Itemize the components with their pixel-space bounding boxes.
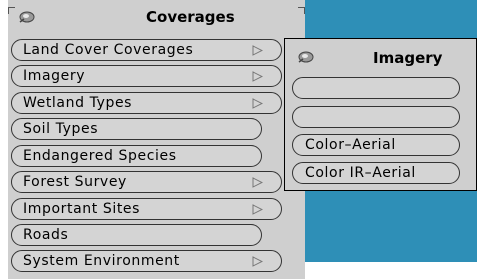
pushpin-icon[interactable]: [297, 50, 315, 64]
menu-item-important-sites[interactable]: Important Sites: [11, 198, 282, 220]
submenu-item-label: Color IR–Aerial: [305, 165, 416, 181]
submenu-item-color-ir-aerial[interactable]: Color IR–Aerial: [292, 162, 460, 184]
menu-item-label: Endangered Species: [23, 148, 177, 164]
menu-item-label: Important Sites: [23, 201, 141, 217]
menu-item-label: Roads: [23, 227, 69, 243]
pushpin-icon[interactable]: [18, 10, 36, 24]
menu-item-land-cover-coverages[interactable]: Land Cover Coverages: [11, 39, 282, 61]
coverages-menu: Coverages Land Cover Coverages Imagery Wet…: [8, 0, 305, 279]
submenu-item-color-aerial[interactable]: Color–Aerial: [292, 134, 460, 156]
submenu-arrow-icon: [252, 98, 263, 109]
menu-title: Coverages: [146, 8, 235, 26]
menu-item-label: Land Cover Coverages: [23, 42, 194, 58]
imagery-submenu: Imagery Color–Aerial Color IR–Aerial: [284, 38, 477, 191]
submenu-arrow-icon: [252, 71, 263, 82]
submenu-arrow-icon: [252, 204, 263, 215]
menu-item-wetland-types[interactable]: Wetland Types: [11, 92, 282, 114]
menu-item-system-environment[interactable]: System Environment: [11, 250, 282, 272]
menu-corner: [8, 7, 15, 14]
submenu-item-blank[interactable]: [292, 77, 460, 99]
menu-item-label: Soil Types: [23, 121, 99, 137]
submenu-arrow-icon: [252, 45, 263, 56]
menu-item-forest-survey[interactable]: Forest Survey: [11, 171, 282, 193]
menu-item-label: Wetland Types: [23, 95, 133, 111]
submenu-arrow-icon: [252, 256, 263, 267]
menu-item-label: System Environment: [23, 253, 180, 269]
menu-item-soil-types[interactable]: Soil Types: [11, 118, 262, 140]
submenu-title: Imagery: [373, 49, 443, 67]
menu-item-imagery[interactable]: Imagery: [11, 65, 282, 87]
menu-item-roads[interactable]: Roads: [11, 224, 262, 246]
menu-item-endangered-species[interactable]: Endangered Species: [11, 145, 262, 167]
submenu-arrow-icon: [252, 177, 263, 188]
menu-item-label: Imagery: [23, 68, 86, 84]
menu-item-label: Forest Survey: [23, 174, 127, 190]
submenu-item-blank[interactable]: [292, 106, 460, 128]
submenu-item-label: Color–Aerial: [305, 137, 396, 153]
menu-corner: [298, 7, 305, 14]
